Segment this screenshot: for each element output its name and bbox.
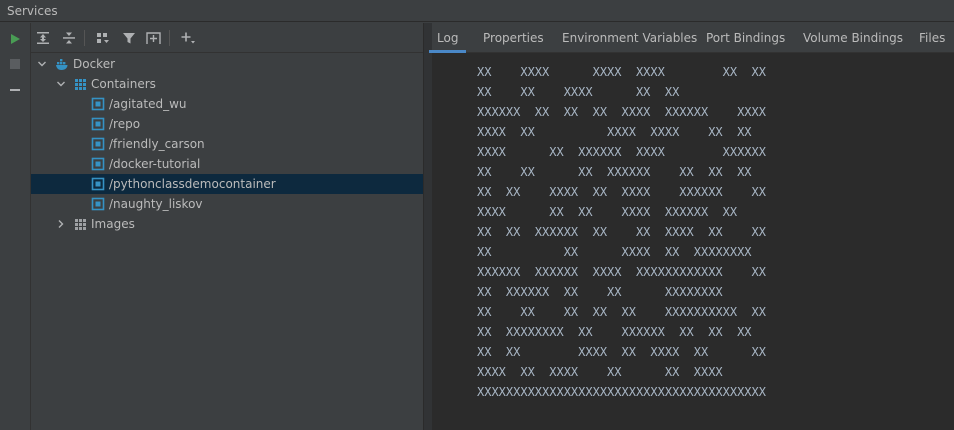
tree-node-containers[interactable]: Containers	[31, 74, 423, 94]
tree-label-containers: Containers	[91, 77, 156, 91]
container-label: /pythonclassdemocontainer	[109, 177, 276, 191]
log-line: XX XX XXXX XX XX	[477, 85, 680, 99]
container-label: /agitated_wu	[109, 97, 187, 111]
log-line: XXXX XX XX XXXX XXXXXX XX	[477, 205, 738, 219]
chevron-right-icon[interactable]	[56, 219, 66, 229]
container-icon	[91, 117, 105, 131]
log-line: XXXX XX XXXX XXXX XX XX	[477, 125, 752, 139]
minimize-icon[interactable]	[7, 82, 23, 98]
container-icon	[91, 157, 105, 171]
add-icon[interactable]	[179, 29, 197, 47]
run-icon[interactable]	[7, 31, 23, 47]
container-label: /naughty_liskov	[109, 197, 203, 211]
images-group-icon	[75, 219, 86, 230]
container-icon	[91, 137, 105, 151]
tree-item-container[interactable]: /docker-tutorial	[31, 154, 423, 174]
container-icon	[91, 177, 105, 191]
tab-files[interactable]: Files	[919, 23, 945, 52]
log-line: XX XX XXXX XX XXXX XX XX	[477, 345, 766, 359]
tree-item-container[interactable]: /naughty_liskov	[31, 194, 423, 214]
tree-item-container[interactable]: /agitated_wu	[31, 94, 423, 114]
stop-icon[interactable]	[7, 56, 23, 72]
tab-port-bindings[interactable]: Port Bindings	[706, 23, 785, 52]
tree-item-container[interactable]: /friendly_carson	[31, 134, 423, 154]
container-label: /docker-tutorial	[109, 157, 201, 171]
log-line: XX XX XX XX XX XXXXXXXXXX XX	[477, 305, 766, 319]
tree-node-images[interactable]: Images	[31, 214, 423, 234]
log-line: XX XXXX XXXX XXXX XX XX	[477, 65, 766, 79]
log-line: XX XXXXXXXX XX XXXXXX XX XX XX	[477, 325, 752, 339]
window-title: Services	[0, 0, 954, 22]
tab-volume-bindings[interactable]: Volume Bindings	[803, 23, 903, 52]
container-label: /repo	[109, 117, 141, 131]
toolbar-separator	[169, 30, 170, 46]
docker-icon	[56, 59, 68, 70]
log-line: XX XX XX XXXXXX XX XX XX	[477, 165, 752, 179]
toolbar-separator	[84, 30, 85, 46]
container-label: /friendly_carson	[109, 137, 205, 151]
log-line: XX XX XXXX XX XXXXXXXX	[477, 245, 752, 259]
log-line: XX XX XXXX XX XXXX XXXXXX XX	[477, 185, 766, 199]
group-by-icon[interactable]	[94, 29, 112, 47]
tree-node-docker[interactable]: Docker	[31, 54, 423, 74]
tree-label-docker: Docker	[73, 57, 116, 71]
container-icon	[91, 97, 105, 111]
tab-environment-variables[interactable]: Environment Variables	[562, 23, 697, 52]
tab-properties[interactable]: Properties	[483, 23, 544, 52]
tab-log[interactable]: Log	[428, 23, 468, 53]
log-line: XXXX XX XXXX XX XX XXXX	[477, 365, 723, 379]
log-line: XXXX XX XXXXXX XXXX XXXXXX	[477, 145, 766, 159]
services-tree: Docker Containers /agitated_wu /repo /fr…	[31, 53, 423, 430]
services-toolbar	[31, 23, 423, 53]
collapse-all-icon[interactable]	[60, 29, 78, 47]
log-line: XX XXXXXX XX XX XXXXXXXX	[477, 285, 723, 299]
log-line: XXXXXX XX XX XX XXXX XXXXXX XXXX	[477, 105, 766, 119]
chevron-down-icon[interactable]	[56, 79, 66, 89]
expand-all-icon[interactable]	[34, 29, 52, 47]
log-output[interactable]: XX XXXX XXXX XXXX XX XX XX XX XXXX XX XX…	[432, 53, 954, 430]
chevron-down-icon[interactable]	[37, 59, 47, 69]
filter-icon[interactable]	[120, 29, 138, 47]
new-tab-icon[interactable]	[144, 29, 162, 47]
tree-item-container-selected[interactable]: /pythonclassdemocontainer	[31, 174, 423, 194]
tree-item-container[interactable]: /repo	[31, 114, 423, 134]
tree-label-images: Images	[91, 217, 135, 231]
container-icon	[91, 197, 105, 211]
log-line: XXXXXXXXXXXXXXXXXXXXXXXXXXXXXXXXXXXXXXXX	[477, 385, 766, 399]
log-line: XXXXXX XXXXXX XXXX XXXXXXXXXXXX XX	[477, 265, 766, 279]
containers-group-icon	[75, 79, 86, 90]
left-toolstrip	[0, 23, 31, 430]
log-line: XX XX XXXXXX XX XX XXXX XX XX	[477, 225, 766, 239]
details-tabbar: Log Properties Environment Variables Por…	[428, 23, 954, 53]
